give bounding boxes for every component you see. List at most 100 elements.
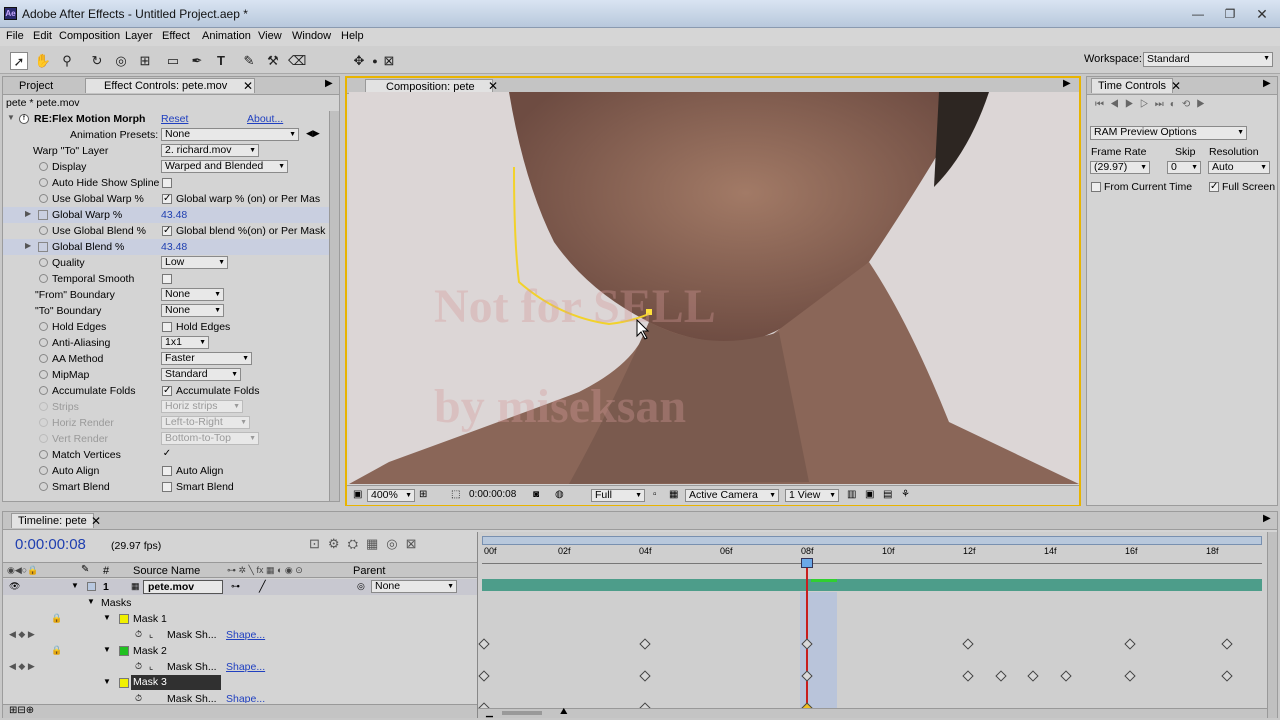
panel-menu-icon[interactable]: ▶ [1263,78,1271,89]
timeline-scrollbar[interactable] [1267,532,1277,718]
reset-link[interactable]: Reset [161,113,188,125]
keyframe-icon[interactable] [1060,670,1072,682]
menu-file[interactable]: File [6,30,24,42]
stopwatch-icon[interactable] [39,482,48,491]
effect-expand-icon[interactable]: ▼ [7,113,15,122]
lock-icon[interactable]: 🔒 [51,645,62,656]
close-tab-icon[interactable]: ✕ [91,514,101,528]
last-frame-icon[interactable]: ⏭ [1155,99,1170,110]
expand-icon[interactable]: ⌞ [149,629,153,640]
draft-3d-icon[interactable]: ⛭ [348,536,366,551]
composition-viewer[interactable]: Not for SELL by miseksan [349,92,1079,484]
color-channel-icon[interactable]: ◍ [555,489,564,500]
rectangle-mask-tool-icon[interactable]: ▭ [164,52,182,70]
quality-select[interactable]: Low [161,256,228,269]
effect-scrollbar[interactable] [329,111,339,501]
global-warp-value[interactable]: 43.48 [161,209,187,221]
region-of-interest-icon[interactable]: ▫ [653,489,657,500]
frame-rate-select[interactable]: (29.97) [1090,161,1150,174]
lock-icon[interactable]: 🔒 [51,613,62,624]
stopwatch-icon[interactable] [39,466,48,475]
expand-collapse-panes-icon[interactable]: ⊞⊟⊕ [9,705,34,716]
expand-icon[interactable]: ▼ [103,613,111,622]
expand-icon[interactable]: ⌞ [149,661,153,672]
rotation-tool-icon[interactable]: ↻ [88,52,106,70]
first-frame-icon[interactable]: ⏮ [1095,99,1110,110]
zoom-select[interactable]: 400% [367,489,415,502]
keyframe-navigator-icon[interactable]: ◀ ◆ ▶ [9,629,35,640]
shape-link[interactable]: Shape... [226,693,265,703]
mask-name[interactable]: Mask 1 [133,613,167,625]
ram-preview-select[interactable]: RAM Preview Options [1090,126,1247,140]
menu-edit[interactable]: Edit [33,30,52,42]
warp-to-layer-select[interactable]: 2. richard.mov [161,144,259,157]
stopwatch-icon[interactable] [39,370,48,379]
next-frame-icon[interactable]: ▷ [1140,99,1155,110]
mask-shape-row[interactable]: ◀ ◆ ▶ ⏱ ⌞ Mask Sh... Shape... [3,627,477,643]
shape-link[interactable]: Shape... [226,661,265,673]
skip-select[interactable]: 0 [1167,161,1201,174]
anti-aliasing-select[interactable]: 1x1 [161,336,209,349]
keyframe-icon[interactable] [1027,670,1039,682]
use-global-warp-checkbox[interactable]: ✓ [162,194,172,204]
play-icon[interactable]: ▶ [1125,99,1140,110]
live-update-icon[interactable]: ⚙ [328,536,348,551]
stopwatch-icon[interactable] [39,178,48,187]
world-axis-icon[interactable]: ⊠ [380,52,398,70]
text-tool-icon[interactable]: T [212,52,230,70]
orbit-camera-tool-icon[interactable]: ◎ [112,52,130,70]
display-select[interactable]: Warped and Blended [161,160,288,173]
tab-timeline[interactable]: Timeline: pete [11,513,94,528]
panel-menu-icon[interactable]: ▶ [325,78,333,89]
keyframe-icon[interactable] [1221,638,1233,650]
quality-switch-icon[interactable]: ╱ [259,580,266,593]
toggle-pixel-aspect-icon[interactable]: ▥ [847,489,856,500]
keyframe-icon[interactable] [478,670,490,682]
frame-blending-icon[interactable]: ▦ [366,536,386,551]
auto-align-checkbox[interactable] [162,466,172,476]
ram-preview-icon[interactable]: ▶ [1196,99,1211,110]
playhead-handle[interactable] [801,558,813,568]
flowchart-icon[interactable]: ⚘ [901,489,910,500]
comp-mini-flowchart-icon[interactable]: ⊡ [309,536,328,551]
close-button[interactable]: ✕ [1250,6,1274,22]
stopwatch-icon[interactable]: ⏱ [135,629,142,640]
panel-menu-icon[interactable]: ▶ [1263,513,1271,524]
mipmap-select[interactable]: Standard [161,368,241,381]
keyframe-stopwatch-icon[interactable] [38,210,48,220]
keyframe-icon[interactable] [962,638,974,650]
preset-nav-icon[interactable]: ◀▶ [306,128,320,139]
mask-row[interactable]: 🔒 ▼ Mask 2 [3,643,477,659]
motion-blur-icon[interactable]: ◎ [386,536,405,551]
minimize-button[interactable]: — [1186,6,1210,22]
menu-help[interactable]: Help [341,30,364,42]
tab-project[interactable]: Project [13,79,59,93]
stopwatch-icon[interactable] [39,258,48,267]
layer-name[interactable]: pete.mov [143,580,223,594]
loop-icon[interactable]: ⟲ [1182,99,1196,110]
stopwatch-icon[interactable] [39,354,48,363]
stopwatch-icon[interactable]: ⏱ [135,661,142,672]
menu-effect[interactable]: Effect [162,30,190,42]
zoom-tool-icon[interactable]: ⚲ [58,52,76,70]
close-tab-icon[interactable]: ✕ [243,79,253,93]
stopwatch-icon[interactable]: ⏱ [135,693,142,703]
mask-color-icon[interactable] [119,678,129,688]
transparency-grid-icon[interactable]: ▦ [669,489,678,500]
accumulate-folds-checkbox[interactable]: ✓ [162,386,172,396]
resolution-select[interactable]: Auto [1208,161,1270,174]
eye-icon[interactable]: 👁 [9,581,20,592]
mask-color-icon[interactable] [119,646,129,656]
from-boundary-select[interactable]: None [161,288,224,301]
snapshot-icon[interactable]: ▣ [353,489,362,500]
keyframe-icon[interactable] [1124,670,1136,682]
timeline-graph[interactable]: 00f 02f 04f 06f 08f 10f 12f 14f 16f 18f … [477,532,1268,718]
clone-stamp-tool-icon[interactable]: ⚒ [264,52,282,70]
shape-link[interactable]: Shape... [226,629,265,641]
close-tab-icon[interactable]: ✕ [1171,79,1181,93]
mask-color-icon[interactable] [119,614,129,624]
expand-icon[interactable]: ▶ [25,241,31,250]
menu-view[interactable]: View [258,30,282,42]
close-tab-icon[interactable]: ✕ [488,79,498,93]
to-boundary-select[interactable]: None [161,304,224,317]
